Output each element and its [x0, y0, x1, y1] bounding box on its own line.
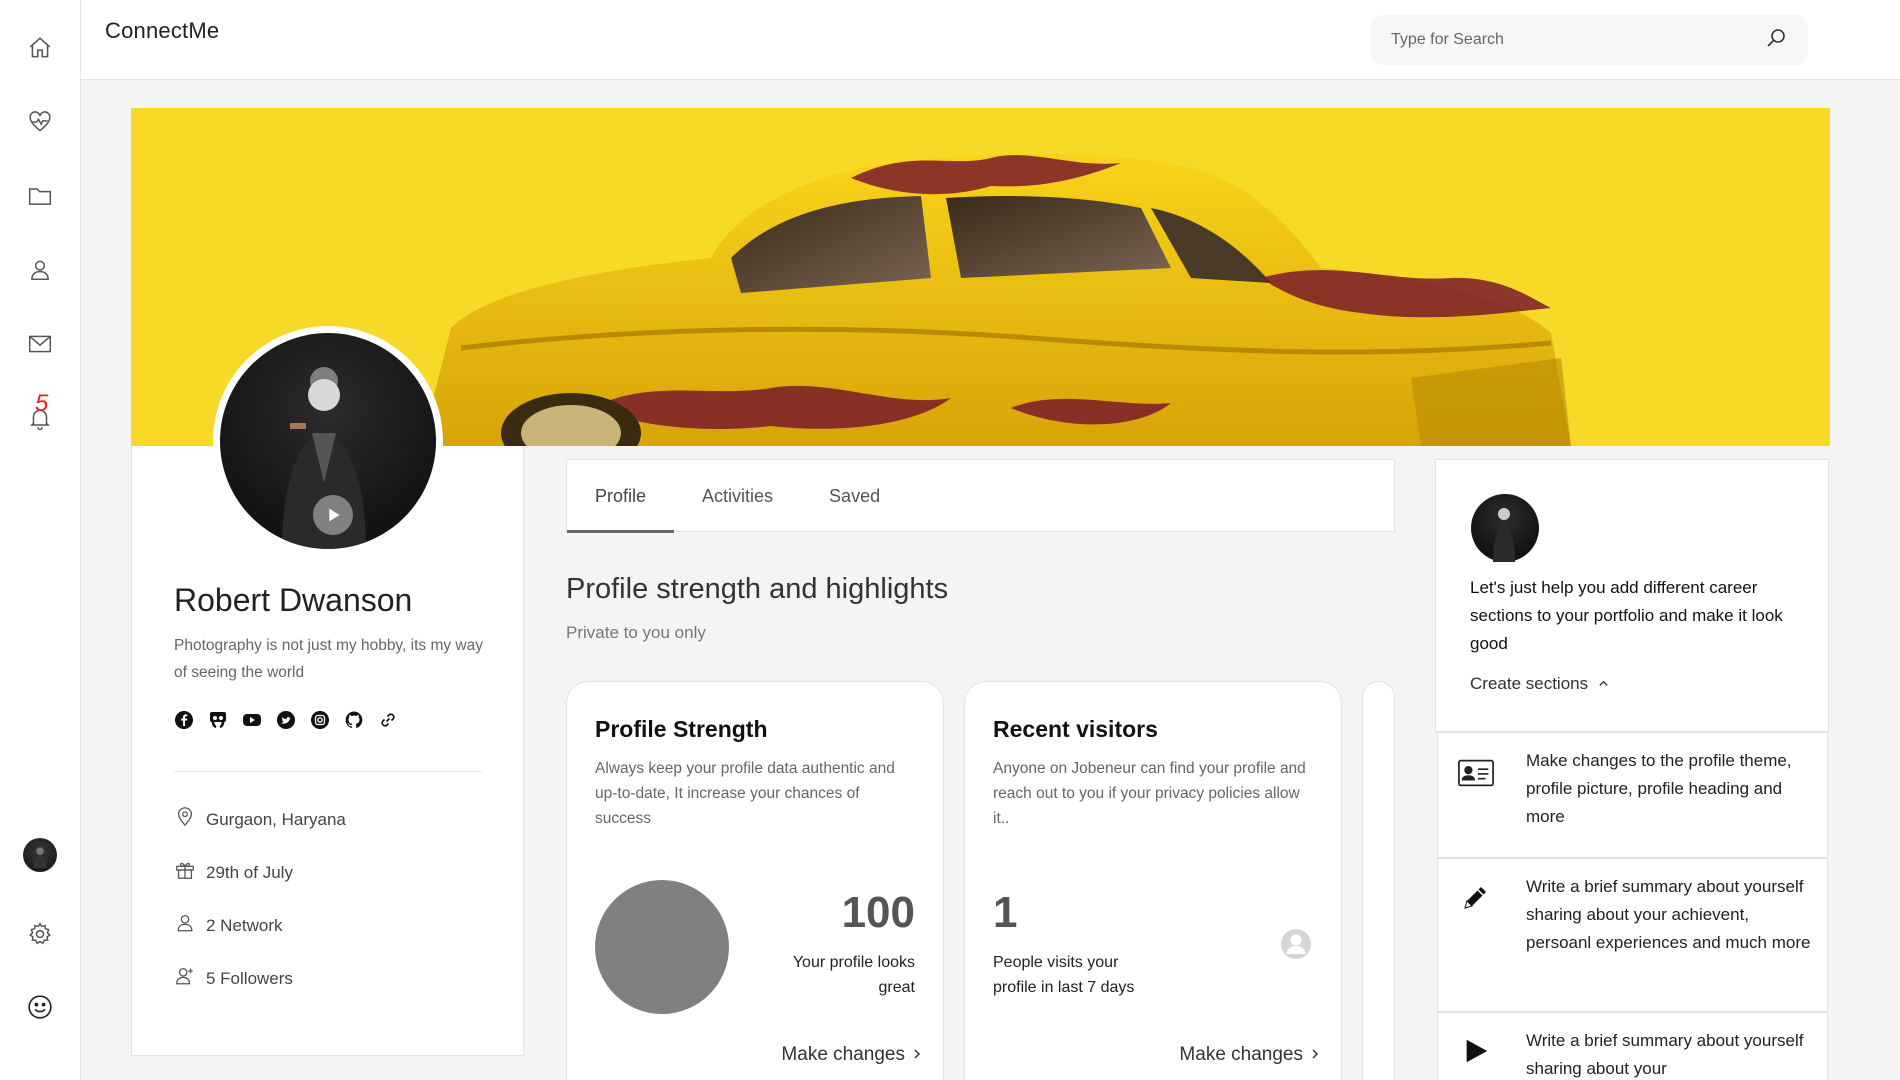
section-option-text: Write a brief summary about yourself sha… — [1526, 877, 1811, 952]
user-avatar[interactable] — [23, 838, 57, 872]
strength-caption-2: great — [878, 979, 915, 996]
section-option-text: Make changes to the profile theme, profi… — [1526, 751, 1792, 826]
search-icon[interactable] — [1764, 26, 1788, 55]
health-heart-icon[interactable] — [20, 102, 60, 142]
card-title: Recent visitors — [993, 716, 1158, 742]
user-icon — [174, 912, 196, 939]
pencil-icon — [1456, 877, 1496, 917]
birthday-text: 29th of July — [206, 862, 293, 882]
gift-icon — [174, 859, 196, 886]
create-sections-toggle[interactable]: Create sections — [1470, 674, 1609, 694]
profile-strength-card: Profile Strength Always keep your profil… — [566, 681, 944, 1080]
network-text[interactable]: 2 Network — [206, 916, 283, 936]
facebook-icon[interactable] — [174, 710, 194, 730]
profile-bio: Photography is not just my hobby, its my… — [174, 637, 483, 681]
smiley-icon[interactable] — [20, 987, 60, 1027]
home-icon[interactable] — [20, 28, 60, 68]
visitors-caption-1: People visits your — [993, 954, 1119, 971]
play-icon — [1456, 1031, 1496, 1071]
make-changes-label: Make changes — [1179, 1044, 1303, 1065]
location-text: Gurgaon, Haryana — [206, 809, 346, 829]
strength-circle — [595, 880, 729, 1014]
tab-activities[interactable]: Activities — [674, 460, 801, 532]
make-changes-label: Make changes — [781, 1044, 905, 1065]
location-pin-icon — [174, 806, 196, 833]
youtube-icon[interactable] — [242, 710, 262, 730]
twitter-icon[interactable] — [276, 710, 296, 730]
section-title: Profile strength and highlights — [566, 573, 949, 605]
mail-icon[interactable] — [20, 324, 60, 364]
location-row: Gurgaon, Haryana — [174, 806, 504, 833]
notification-count: 5 — [35, 390, 49, 417]
create-sections-label: Create sections — [1470, 674, 1589, 693]
profile-name: Robert Dwanson — [174, 582, 413, 618]
chevron-right-icon — [1309, 1044, 1321, 1066]
folder-icon[interactable] — [20, 176, 60, 216]
visitors-value: 1 — [993, 888, 1018, 937]
strength-value: 100 — [841, 888, 915, 937]
top-bar: ConnectMe — [81, 0, 1900, 80]
github-icon[interactable] — [344, 710, 364, 730]
network-row: 2 Network — [174, 912, 504, 939]
search-box[interactable] — [1371, 15, 1808, 65]
section-option-theme[interactable]: Make changes to the profile theme, profi… — [1437, 732, 1828, 858]
section-option-video[interactable]: Write a brief summary about yourself sha… — [1437, 1012, 1828, 1080]
card-description: Always keep your profile data authentic … — [595, 760, 895, 827]
tab-profile[interactable]: Profile — [567, 460, 675, 533]
card-description: Anyone on Jobeneur can find your profile… — [993, 760, 1306, 827]
user-icon[interactable] — [20, 250, 60, 290]
slideshare-icon[interactable] — [208, 710, 228, 730]
recent-visitors-card: Recent visitors Anyone on Jobeneur can f… — [964, 681, 1342, 1080]
visitor-avatar-icon[interactable] — [1280, 928, 1312, 965]
notification-bell-icon[interactable]: 5 — [20, 390, 60, 438]
icon-rail: 5 — [0, 0, 81, 1080]
partial-card — [1362, 681, 1395, 1080]
helper-avatar — [1471, 494, 1539, 562]
helper-message: Let's just help you add different career… — [1470, 578, 1783, 653]
profile-avatar[interactable] — [213, 326, 443, 556]
strength-caption-1: Your profile looks — [792, 954, 915, 971]
divider — [174, 771, 482, 772]
tab-saved[interactable]: Saved — [801, 460, 908, 532]
make-changes-link[interactable]: Make changes — [1179, 1044, 1321, 1066]
followers-row: 5 Followers — [174, 965, 504, 992]
chevron-up-icon — [1598, 674, 1609, 694]
make-changes-link[interactable]: Make changes — [781, 1044, 923, 1066]
followers-text[interactable]: 5 Followers — [206, 969, 293, 989]
id-card-icon — [1456, 753, 1496, 793]
section-option-text: Write a brief summary about yourself sha… — [1526, 1031, 1804, 1078]
career-sections-panel: Let's just help you add different career… — [1435, 459, 1829, 732]
section-subtitle: Private to you only — [566, 623, 706, 642]
add-user-icon — [174, 965, 196, 992]
section-option-summary[interactable]: Write a brief summary about yourself sha… — [1437, 858, 1828, 1012]
visitors-caption-2: profile in last 7 days — [993, 979, 1135, 996]
chevron-right-icon — [911, 1044, 923, 1066]
app-title: ConnectMe — [105, 18, 220, 43]
play-icon[interactable] — [313, 495, 353, 535]
card-title: Profile Strength — [595, 716, 768, 742]
profile-tabs: Profile Activities Saved — [566, 459, 1395, 533]
link-icon[interactable] — [378, 710, 398, 730]
instagram-icon[interactable] — [310, 710, 330, 730]
social-links — [174, 710, 398, 730]
search-input[interactable] — [1391, 31, 1764, 49]
gear-icon[interactable] — [20, 914, 60, 954]
birthday-row: 29th of July — [174, 859, 504, 886]
